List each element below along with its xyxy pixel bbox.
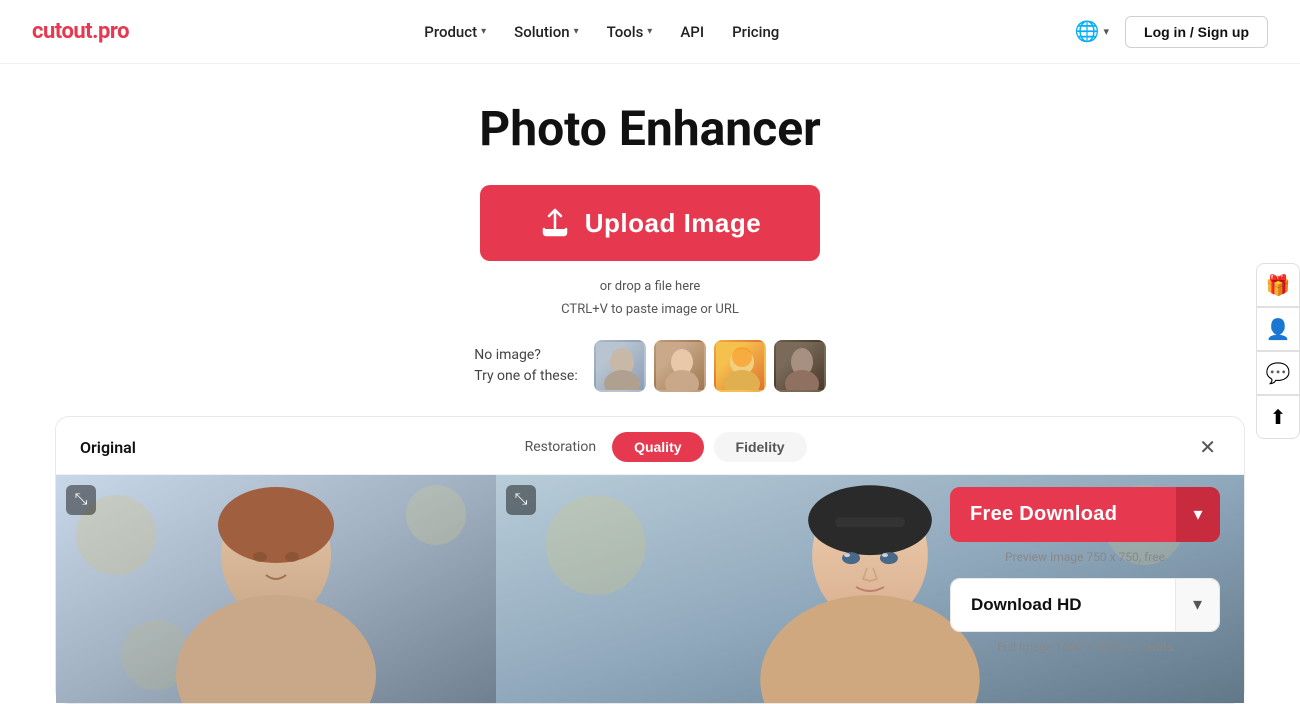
- comparison-area: Original Restoration Quality Fidelity ✕: [55, 416, 1245, 704]
- login-button[interactable]: Log in / Sign up: [1125, 16, 1268, 48]
- upload-icon: [539, 207, 571, 239]
- full-image-text: Full Image 1600 x 1600, 2 credits: [950, 640, 1220, 654]
- upload-hint: or drop a file here CTRL+V to paste imag…: [561, 275, 739, 322]
- logo[interactable]: cutout.pro: [32, 19, 129, 44]
- tab-fidelity[interactable]: Fidelity: [714, 432, 807, 462]
- nav-link-product[interactable]: Product ▾: [424, 23, 486, 41]
- nav-item-pricing[interactable]: Pricing: [732, 23, 779, 41]
- nav-label-pricing: Pricing: [732, 23, 779, 41]
- original-image: ⤡: [56, 475, 496, 703]
- free-download-dropdown[interactable]: ▾: [1176, 487, 1220, 542]
- nav-item-api[interactable]: API: [680, 23, 704, 41]
- sample-face-1: [596, 342, 646, 392]
- nav-label-solution: Solution: [514, 23, 569, 41]
- nav-item-product[interactable]: Product ▾: [424, 23, 486, 41]
- preview-text: Preview Image 750 x 750, free: [950, 550, 1220, 564]
- nav-link-pricing[interactable]: Pricing: [732, 23, 779, 41]
- image-resize-button[interactable]: ⤡: [66, 485, 96, 515]
- nav-label-product: Product: [424, 23, 477, 41]
- chevron-down-icon: ▾: [1103, 25, 1109, 38]
- restoration-label: Restoration: [525, 439, 597, 455]
- free-download-button[interactable]: Free Download: [950, 487, 1176, 542]
- logo-accent: .pro: [92, 19, 129, 44]
- scroll-top-button[interactable]: ⬆: [1256, 395, 1300, 439]
- logo-main: cutout: [32, 19, 92, 44]
- hint-line1: or drop a file here: [561, 275, 739, 298]
- chevron-down-icon: ▾: [647, 26, 652, 37]
- chat-button[interactable]: 💬: [1256, 351, 1300, 395]
- image-resize-button-right[interactable]: ⤡: [506, 485, 536, 515]
- download-hd-dropdown[interactable]: ▾: [1175, 579, 1219, 631]
- gift-button[interactable]: 🎁: [1256, 263, 1300, 307]
- nav-link-solution[interactable]: Solution ▾: [514, 23, 578, 41]
- download-panel: Free Download ▾ Preview Image 750 x 750,…: [950, 487, 1220, 654]
- sample-face-3: [716, 342, 766, 392]
- nav-right: 🌐 ▾ Log in / Sign up: [1075, 16, 1268, 48]
- restoration-controls: Restoration Quality Fidelity: [525, 432, 807, 462]
- resize-icon: ⤡: [75, 491, 88, 509]
- upload-label: Upload Image: [585, 208, 761, 239]
- user-icon: 👤: [1266, 317, 1291, 342]
- sample-image-4[interactable]: [774, 340, 826, 392]
- chevron-down-icon: ▾: [1193, 594, 1202, 615]
- nav-link-api[interactable]: API: [680, 23, 704, 41]
- logo-text: cutout.pro: [32, 19, 129, 44]
- tab-quality[interactable]: Quality: [612, 432, 703, 462]
- chat-icon: 💬: [1266, 361, 1291, 386]
- upload-button[interactable]: Upload Image: [480, 185, 820, 261]
- resize-icon-right: ⤡: [515, 491, 528, 509]
- nav-item-tools[interactable]: Tools ▾: [607, 23, 653, 41]
- chevron-down-icon: ▾: [1193, 504, 1202, 525]
- sample-label: No image? Try one of these:: [474, 345, 578, 387]
- comparison-header: Original Restoration Quality Fidelity ✕: [56, 417, 1244, 475]
- language-icon: 🌐: [1075, 19, 1100, 44]
- arrow-up-icon: ⬆: [1270, 405, 1287, 430]
- nav-item-solution[interactable]: Solution ▾: [514, 23, 578, 41]
- free-download-row: Free Download ▾: [950, 487, 1220, 542]
- upload-area[interactable]: Upload Image: [480, 185, 820, 261]
- close-button[interactable]: ✕: [1195, 431, 1220, 464]
- original-image-content: [56, 475, 496, 703]
- nav-links: Product ▾ Solution ▾ Tools ▾ API Pricing: [424, 23, 779, 41]
- floating-side-panel: 🎁 👤 💬 ⬆: [1256, 263, 1300, 439]
- original-label: Original: [80, 438, 136, 457]
- language-selector[interactable]: 🌐 ▾: [1075, 19, 1109, 44]
- user-button[interactable]: 👤: [1256, 307, 1300, 351]
- sample-label-line2: Try one of these:: [474, 366, 578, 387]
- sample-images-row: No image? Try one of these:: [474, 340, 826, 392]
- nav-link-tools[interactable]: Tools ▾: [607, 23, 653, 41]
- sample-label-line1: No image?: [474, 345, 578, 366]
- chevron-down-icon: ▾: [481, 26, 486, 37]
- sample-face-2: [656, 342, 706, 392]
- hint-line2: CTRL+V to paste image or URL: [561, 298, 739, 321]
- nav-label-api: API: [680, 23, 704, 41]
- sample-image-1[interactable]: [594, 340, 646, 392]
- download-hd-button[interactable]: Download HD: [951, 579, 1175, 631]
- page-title: Photo Enhancer: [479, 100, 820, 157]
- sample-image-3[interactable]: [714, 340, 766, 392]
- nav-label-tools: Tools: [607, 23, 644, 41]
- navigation: cutout.pro Product ▾ Solution ▾ Tools ▾ …: [0, 0, 1300, 64]
- chevron-down-icon: ▾: [574, 26, 579, 37]
- sample-image-2[interactable]: [654, 340, 706, 392]
- gift-icon: 🎁: [1266, 273, 1291, 298]
- sample-images-container: [594, 340, 826, 392]
- sample-face-4: [776, 342, 826, 392]
- download-hd-row: Download HD ▾: [950, 578, 1220, 632]
- main-content: Photo Enhancer Upload Image or drop a fi…: [0, 64, 1300, 704]
